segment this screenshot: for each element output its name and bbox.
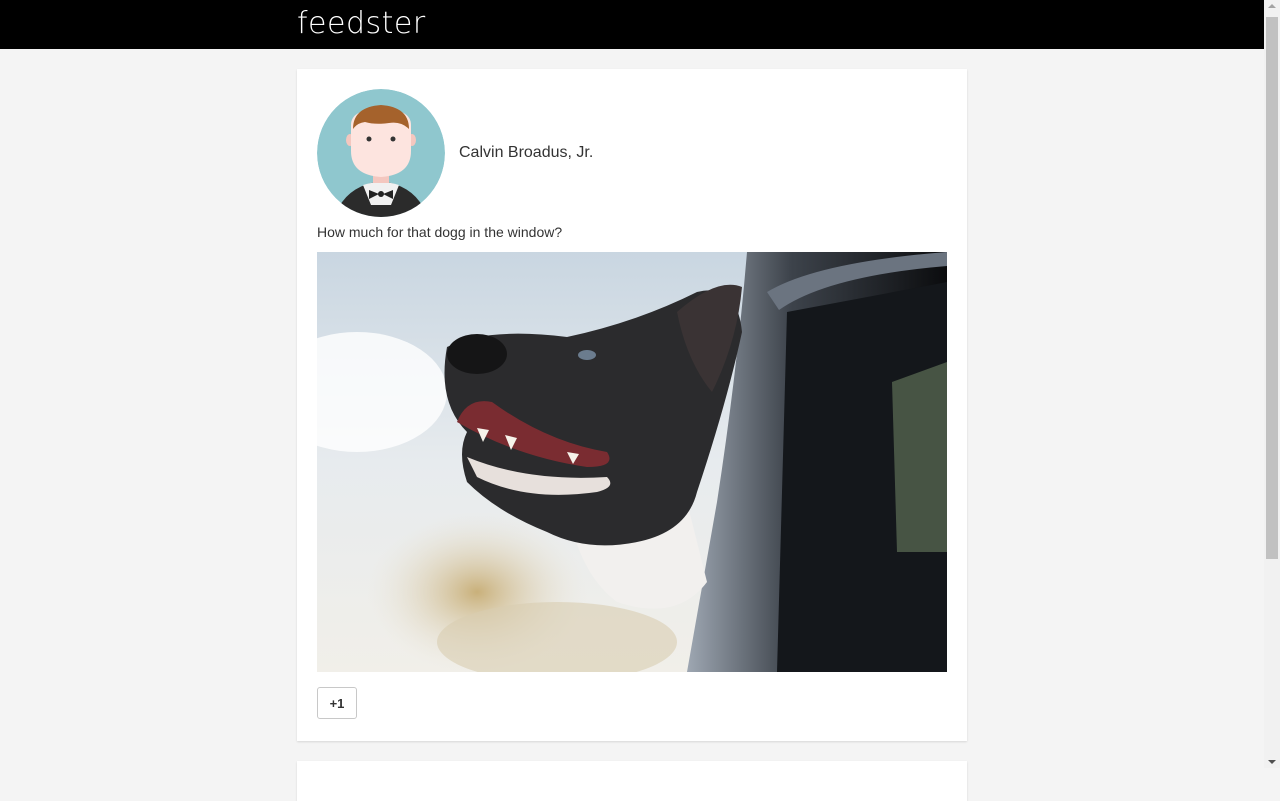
next-post-card — [297, 761, 967, 801]
author-name[interactable]: Calvin Broadus, Jr. — [459, 144, 593, 162]
scroll-up-arrow-icon[interactable] — [1268, 4, 1276, 8]
avatar-illustration — [317, 89, 445, 217]
post-card: Calvin Broadus, Jr. How much for that do… — [297, 69, 967, 741]
post-photo — [317, 252, 947, 672]
plus-one-button[interactable]: +1 — [317, 687, 357, 719]
scroll-thumb[interactable] — [1266, 17, 1278, 559]
top-navbar: feedster — [0, 0, 1264, 49]
vertical-scrollbar[interactable] — [1264, 0, 1280, 768]
dog-in-car-window-image — [317, 252, 947, 672]
brand-logo[interactable]: feedster — [297, 4, 426, 44]
scroll-down-arrow-icon[interactable] — [1268, 760, 1276, 764]
post-text: How much for that dogg in the window? — [317, 224, 563, 240]
avatar — [317, 89, 445, 217]
